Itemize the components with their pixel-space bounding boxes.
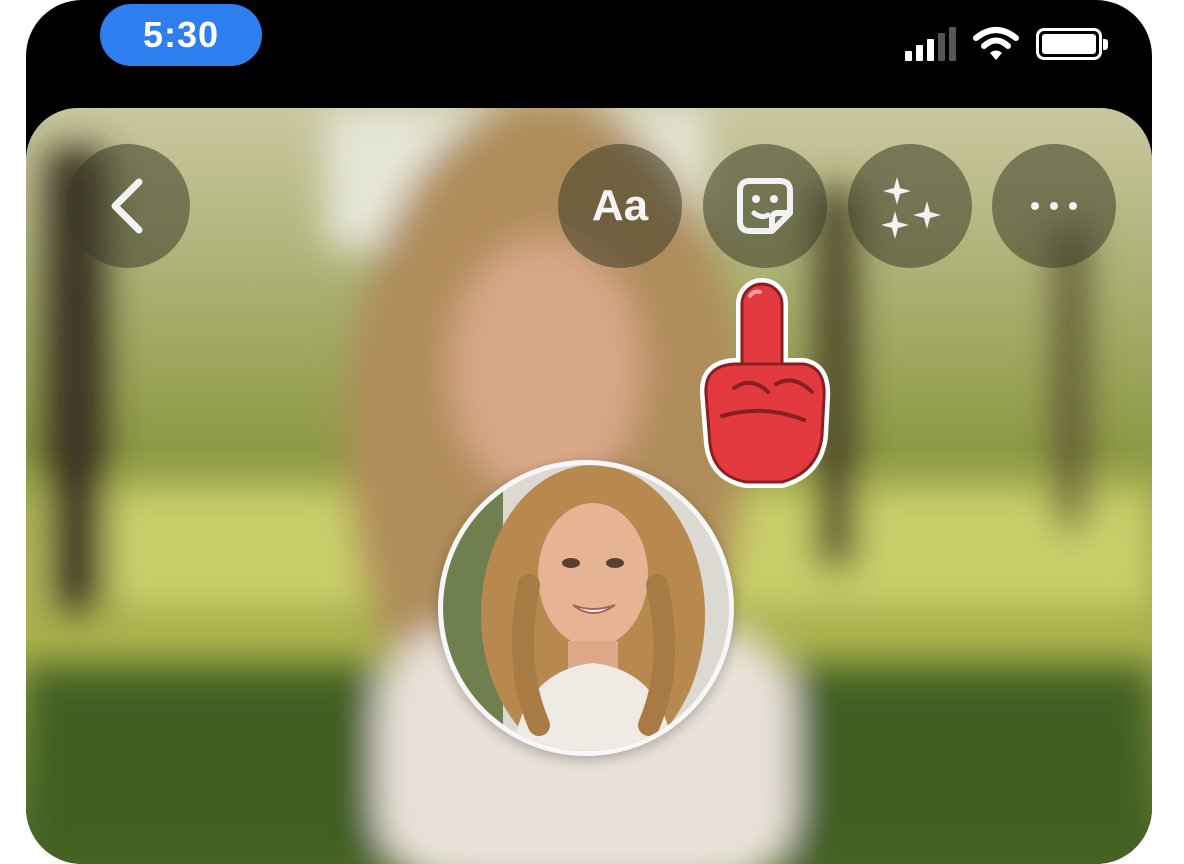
portrait-bubble[interactable] bbox=[438, 460, 734, 756]
status-bar: 5:30 bbox=[26, 0, 1152, 108]
middle-finger-emoji-icon bbox=[699, 278, 831, 488]
text-tool-label: Aa bbox=[591, 181, 649, 230]
back-button[interactable] bbox=[66, 144, 190, 268]
system-icons bbox=[905, 24, 1108, 64]
wifi-icon bbox=[973, 27, 1019, 60]
effects-button[interactable] bbox=[848, 144, 972, 268]
more-options-button[interactable] bbox=[992, 144, 1116, 268]
portrait-photo bbox=[443, 465, 729, 751]
sparkles-icon bbox=[881, 177, 941, 239]
add-sticker-button[interactable] bbox=[703, 144, 827, 268]
middle-finger-sticker[interactable] bbox=[694, 276, 834, 496]
sticker-icon bbox=[737, 178, 793, 234]
cellular-signal-icon bbox=[905, 27, 956, 61]
more-horizontal-icon bbox=[1031, 202, 1077, 210]
story-editor-canvas[interactable]: Aa bbox=[26, 108, 1152, 864]
status-time[interactable]: 5:30 bbox=[100, 4, 262, 66]
chevron-left-icon bbox=[111, 178, 143, 234]
phone-screen: 5:30 Aa bbox=[26, 0, 1152, 864]
battery-icon bbox=[1036, 28, 1108, 60]
add-text-button[interactable]: Aa bbox=[558, 144, 682, 268]
